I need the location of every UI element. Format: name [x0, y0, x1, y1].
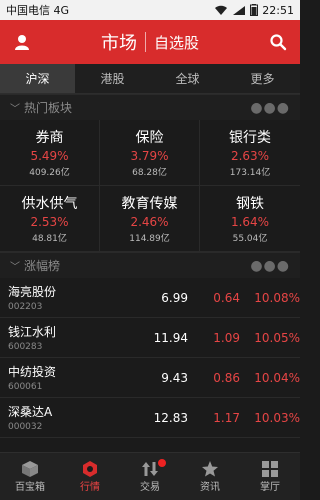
market-icon — [83, 461, 97, 477]
chevron-down-icon: ﹀ — [10, 104, 20, 115]
nav-label: 交易 — [140, 482, 160, 493]
more-dots-icon[interactable]: ●●● — [250, 258, 290, 274]
stock-pct: 10.03% — [254, 410, 300, 425]
star-icon — [202, 461, 218, 477]
tab-shanghai-shenzhen[interactable]: 沪深 — [0, 64, 75, 93]
stock-change: 1.17 — [213, 410, 240, 425]
sector-amount: 48.81亿 — [32, 234, 67, 244]
sector-name: 教育传媒 — [121, 196, 178, 212]
stock-name: 海亮股份 — [8, 285, 57, 299]
bottom-nav: 百宝箱 行情 交易 资讯 掌厅 — [0, 452, 300, 500]
sector-pct: 5.49% — [30, 149, 69, 163]
network-type: 4G — [53, 4, 70, 17]
stock-name: 深桑达A — [8, 405, 53, 419]
wifi-icon — [215, 5, 228, 15]
box-icon — [22, 461, 38, 477]
app-header: 市场 自选股 — [0, 20, 300, 64]
nav-trade[interactable]: 交易 — [120, 453, 180, 500]
sector-name: 券商 — [35, 130, 64, 146]
sector-name: 银行类 — [229, 130, 271, 146]
stock-price: 6.99 — [161, 290, 188, 305]
title-divider — [144, 32, 146, 52]
stock-pct: 10.04% — [254, 370, 300, 385]
sector-cell[interactable]: 钢铁 1.64% 55.04亿 — [200, 186, 300, 252]
stock-code: 600061 — [8, 382, 43, 392]
trade-icon — [142, 462, 158, 476]
stock-price: 12.83 — [153, 410, 188, 425]
tab-hong-kong[interactable]: 港股 — [75, 64, 150, 93]
stock-code: 600283 — [8, 342, 43, 352]
sector-name: 供水供气 — [21, 196, 78, 212]
nav-label: 资讯 — [200, 482, 220, 493]
sector-amount: 114.89亿 — [129, 234, 170, 244]
clock: 22:51 — [262, 3, 294, 17]
carrier-name: 中国电信 — [6, 4, 50, 17]
stock-change: 0.64 — [213, 290, 240, 305]
stock-pct: 10.08% — [254, 290, 300, 305]
stock-pct: 10.05% — [254, 330, 300, 345]
grid-icon — [262, 461, 278, 477]
sector-amount: 68.28亿 — [132, 168, 167, 178]
sector-cell[interactable]: 券商 5.49% 409.26亿 — [0, 120, 100, 186]
stock-price: 11.94 — [153, 330, 188, 345]
tab-global[interactable]: 全球 — [150, 64, 225, 93]
battery-icon — [250, 4, 259, 16]
chevron-down-icon: ﹀ — [10, 262, 20, 273]
stock-row[interactable]: 深桑达A 000032 12.83 1.17 10.03% — [0, 398, 300, 438]
search-button[interactable] — [256, 20, 300, 64]
more-dots-icon[interactable]: ●●● — [250, 100, 290, 116]
watchlist-link[interactable]: 自选股 — [154, 32, 199, 53]
profile-button[interactable] — [0, 20, 44, 64]
stock-code: 002203 — [8, 302, 43, 312]
nav-market[interactable]: 行情 — [60, 453, 120, 500]
gainers-list: 海亮股份 002203 6.99 0.64 10.08% 钱江水利 600283… — [0, 278, 300, 438]
tab-more[interactable]: 更多 — [225, 64, 300, 93]
top-gainers-header[interactable]: ﹀ 涨幅榜 ●●● — [0, 252, 300, 278]
nav-news[interactable]: 资讯 — [180, 453, 240, 500]
sector-cell[interactable]: 保险 3.79% 68.28亿 — [100, 120, 200, 186]
sector-name: 钢铁 — [236, 196, 264, 212]
sector-name: 保险 — [135, 130, 164, 146]
search-icon — [270, 34, 287, 51]
header-title-group: 市场 自选股 — [44, 29, 256, 55]
sector-cell[interactable]: 教育传媒 2.46% 114.89亿 — [100, 186, 200, 252]
nav-hall[interactable]: 掌厅 — [240, 453, 300, 500]
hot-sectors-header[interactable]: ﹀ 热门板块 ●●● — [0, 94, 300, 120]
status-bar: 中国电信 4G 22:51 — [0, 0, 300, 20]
carrier-info: 中国电信 4G — [6, 2, 69, 18]
sector-amount: 55.04亿 — [232, 234, 268, 244]
stock-code: 000032 — [8, 422, 43, 432]
stock-change: 0.86 — [213, 370, 240, 385]
sector-pct: 1.64% — [230, 215, 270, 229]
stock-price: 9.43 — [161, 370, 188, 385]
nav-toolbox[interactable]: 百宝箱 — [0, 453, 60, 500]
nav-label: 百宝箱 — [15, 482, 45, 493]
sector-grid: 券商 5.49% 409.26亿 保险 3.79% 68.28亿 银行类 2.6… — [0, 120, 300, 252]
sector-pct: 2.46% — [130, 215, 169, 229]
user-icon — [15, 35, 29, 50]
signal-icon — [233, 5, 246, 15]
sector-amount: 173.14亿 — [229, 168, 271, 178]
stock-row[interactable]: 中纺投资 600061 9.43 0.86 10.04% — [0, 358, 300, 398]
hot-sectors-title: 热门板块 — [24, 101, 73, 115]
top-gainers-title: 涨幅榜 — [24, 259, 61, 273]
notification-badge — [158, 459, 167, 467]
nav-label: 掌厅 — [260, 482, 280, 493]
stock-change: 1.09 — [213, 330, 240, 345]
stock-row[interactable]: 钱江水利 600283 11.94 1.09 10.05% — [0, 318, 300, 358]
sector-cell[interactable]: 供水供气 2.53% 48.81亿 — [0, 186, 100, 252]
stock-row[interactable]: 海亮股份 002203 6.99 0.64 10.08% — [0, 278, 300, 318]
sector-pct: 2.53% — [30, 215, 69, 229]
page-title: 市场 — [100, 33, 137, 54]
sector-pct: 2.63% — [230, 149, 270, 163]
stock-name: 钱江水利 — [8, 325, 57, 339]
nav-label: 行情 — [80, 482, 100, 493]
sector-amount: 409.26亿 — [29, 168, 70, 178]
sector-cell[interactable]: 银行类 2.63% 173.14亿 — [200, 120, 300, 186]
market-tabs: 沪深 港股 全球 更多 — [0, 64, 300, 94]
stock-name: 中纺投资 — [8, 365, 57, 379]
sector-pct: 3.79% — [130, 149, 169, 163]
